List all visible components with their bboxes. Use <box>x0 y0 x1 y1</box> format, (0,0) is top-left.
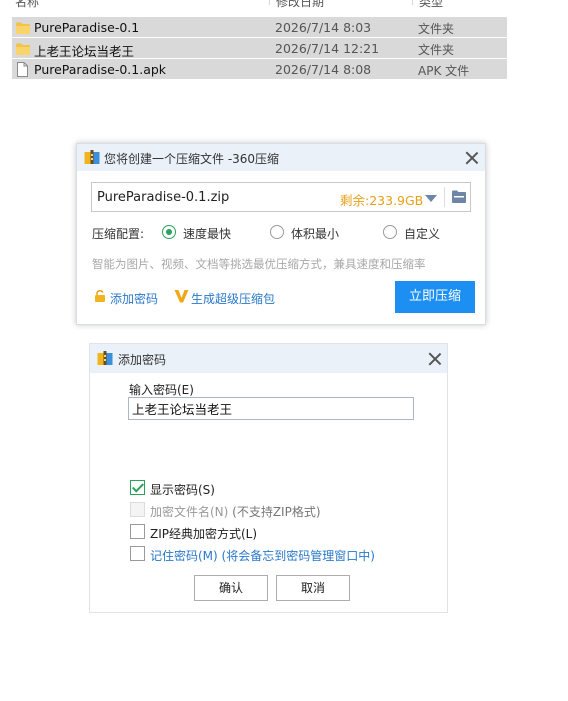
password-dialog-titlebar[interactable]: 添加密码 <box>90 344 447 373</box>
radio-fastest-label[interactable]: 速度最快 <box>183 225 231 242</box>
folder-icon <box>16 43 30 55</box>
compress-dialog-titlebar[interactable]: 您将创建一个压缩文件 -360压缩 <box>77 144 485 171</box>
output-path-text: PureParadise-0.1.zip <box>97 190 230 205</box>
super-pack-icon[interactable] <box>174 289 189 303</box>
file-list-header: 名称 修改日期 类型 <box>12 0 507 9</box>
ok-button[interactable]: 确认 <box>194 575 268 601</box>
file-row[interactable]: PureParadise-0.1.apk 2026/7/14 8:08 APK … <box>12 59 507 80</box>
file-type: 文件夹 <box>418 22 455 36</box>
encrypt-filenames-label: 加密文件名(N) (不支持ZIP格式) <box>150 505 321 519</box>
remember-password-label[interactable]: 记住密码(M) (将会备忘到密码管理窗口中) <box>150 547 375 564</box>
free-space-label: 剩余:233.9GB <box>340 193 424 208</box>
super-pack-link[interactable]: 生成超级压缩包 <box>191 290 275 307</box>
file-date: 2026/7/14 12:21 <box>275 41 380 56</box>
archive-app-icon <box>97 351 113 365</box>
compression-hint: 智能为图片、视频、文档等挑选最优压缩方式，兼具速度和压缩率 <box>92 257 426 271</box>
zip-classic-encryption-label[interactable]: ZIP经典加密方式(L) <box>150 525 257 542</box>
file-name: 上老王论坛当老王 <box>34 44 135 59</box>
compress-dialog: 您将创建一个压缩文件 -360压缩 PureParadise-0.1.zip 剩… <box>76 143 486 325</box>
password-input[interactable] <box>128 397 414 420</box>
column-header-name[interactable]: 名称 <box>15 0 39 10</box>
radio-fastest[interactable] <box>162 225 176 239</box>
file-icon <box>17 62 28 77</box>
password-input-label: 输入密码(E) <box>129 383 194 397</box>
encrypt-filenames-checkbox <box>130 502 145 517</box>
radio-smallest[interactable] <box>270 225 284 239</box>
lock-icon[interactable] <box>94 290 106 302</box>
file-type: 文件夹 <box>418 43 455 57</box>
radio-custom[interactable] <box>383 225 397 239</box>
output-path-field[interactable]: PureParadise-0.1.zip 剩余:233.9GB <box>91 182 471 212</box>
radio-smallest-label[interactable]: 体积最小 <box>291 225 339 242</box>
column-header-date[interactable]: 修改日期 <box>276 0 324 10</box>
password-dialog-title: 添加密码 <box>118 353 167 367</box>
archive-app-icon <box>84 150 100 164</box>
compress-dialog-title: 您将创建一个压缩文件 -360压缩 <box>104 152 280 166</box>
file-name: PureParadise-0.1 <box>34 20 140 35</box>
close-icon[interactable] <box>465 151 479 165</box>
compress-now-button[interactable]: 立即压缩 <box>395 281 475 313</box>
column-header-type[interactable]: 类型 <box>419 0 443 10</box>
cancel-button[interactable]: 取消 <box>276 575 350 601</box>
chevron-down-icon[interactable] <box>425 195 437 202</box>
file-name: PureParadise-0.1.apk <box>34 62 167 77</box>
radio-custom-label[interactable]: 自定义 <box>404 225 440 242</box>
file-date: 2026/7/14 8:03 <box>275 20 372 35</box>
add-password-link[interactable]: 添加密码 <box>110 290 158 307</box>
folder-icon <box>16 22 30 34</box>
show-password-checkbox[interactable] <box>130 480 145 495</box>
compression-config-label: 压缩配置: <box>92 227 145 241</box>
close-icon[interactable] <box>428 352 442 366</box>
show-password-label[interactable]: 显示密码(S) <box>150 481 215 498</box>
file-type: APK 文件 <box>418 64 470 78</box>
browse-folder-icon[interactable] <box>452 190 466 203</box>
zip-classic-encryption-checkbox[interactable] <box>130 524 145 539</box>
file-row[interactable]: 上老王论坛当老王 2026/7/14 12:21 文件夹 <box>12 38 507 59</box>
file-row[interactable]: PureParadise-0.1 2026/7/14 8:03 文件夹 <box>12 17 507 38</box>
file-date: 2026/7/14 8:08 <box>275 62 372 77</box>
remember-password-checkbox[interactable] <box>130 546 145 561</box>
add-password-dialog: 添加密码 输入密码(E) 显示密码(S) 加密文件名(N) (不支持ZIP格式)… <box>89 343 448 613</box>
